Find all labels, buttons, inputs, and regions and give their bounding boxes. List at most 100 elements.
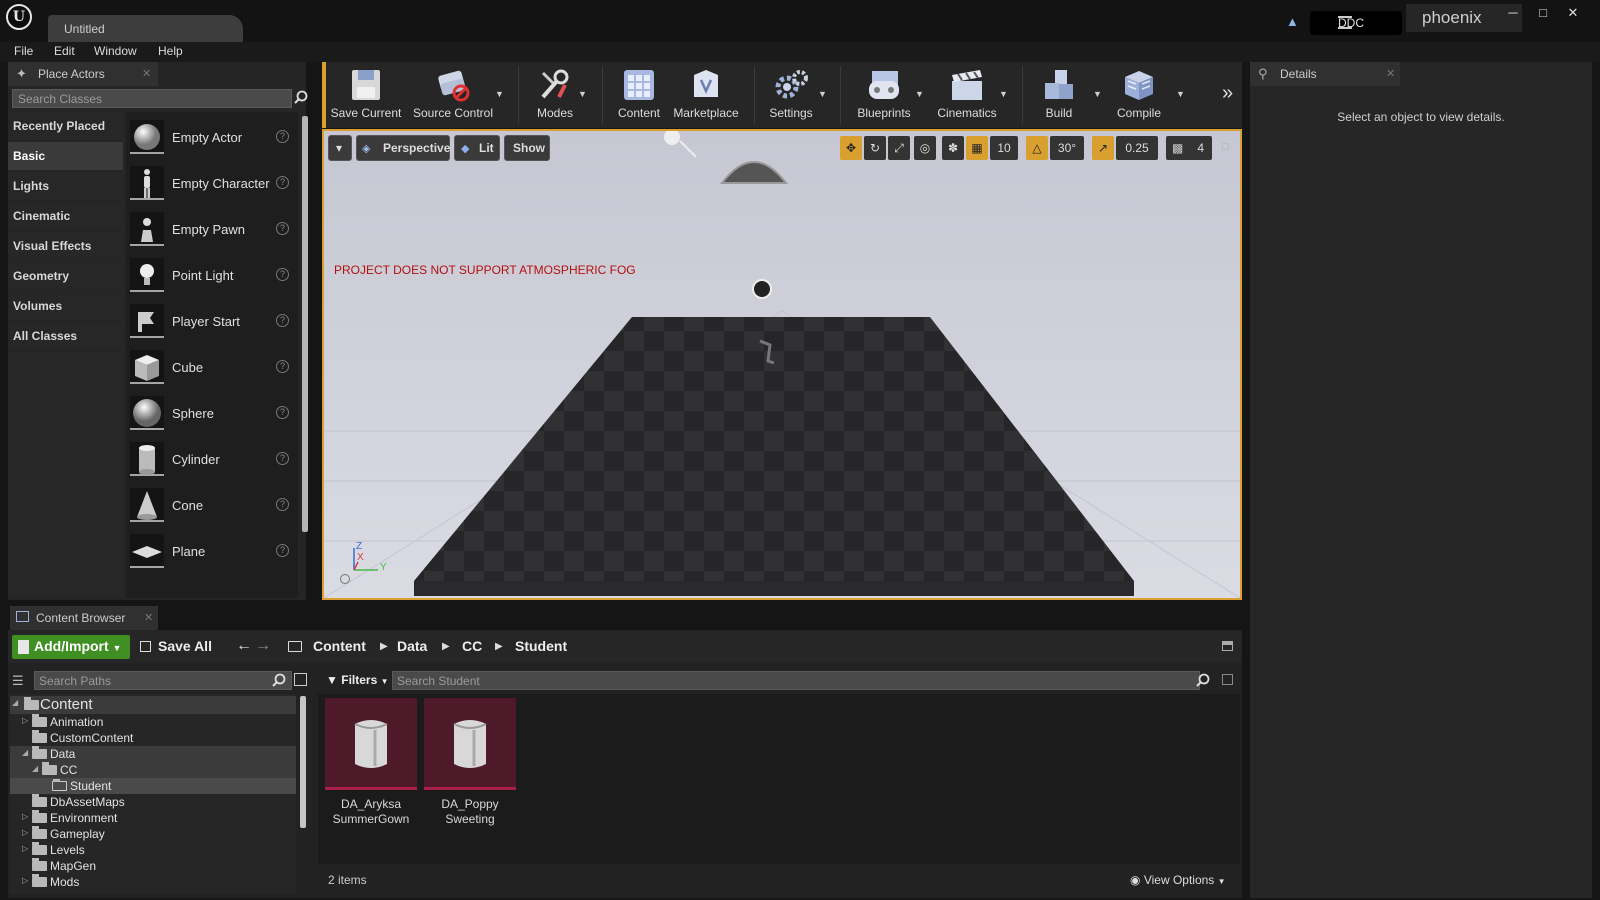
breadcrumb-content[interactable]: Content bbox=[313, 638, 366, 654]
actor-cylinder[interactable]: Cylinder ? bbox=[126, 436, 298, 482]
menu-help[interactable]: Help bbox=[158, 44, 183, 58]
category-all-classes[interactable]: All Classes bbox=[8, 322, 123, 350]
asset-tile-aryksa[interactable] bbox=[325, 698, 417, 790]
tab-close-icon[interactable]: ✕ bbox=[142, 67, 151, 80]
asset-tile-poppy[interactable] bbox=[424, 698, 516, 790]
search-paths-input[interactable]: Search Paths bbox=[34, 671, 292, 690]
category-visual-effects[interactable]: Visual Effects bbox=[8, 232, 123, 260]
settings-dropdown-icon[interactable]: ▼ bbox=[818, 89, 827, 99]
help-icon[interactable]: ? bbox=[276, 222, 289, 235]
tree-item-mods[interactable]: ▷ Mods bbox=[10, 874, 296, 890]
rotation-snap-value[interactable]: 30° bbox=[1050, 136, 1084, 160]
tree-item-levels[interactable]: ▷ Levels bbox=[10, 842, 296, 858]
help-icon[interactable]: ? bbox=[276, 406, 289, 419]
actor-cone[interactable]: Cone ? bbox=[126, 482, 298, 528]
help-icon[interactable]: ? bbox=[276, 452, 289, 465]
show-dropdown[interactable]: Show bbox=[504, 135, 550, 161]
scale-snap-value[interactable]: 0.25 bbox=[1116, 136, 1158, 160]
compile-button[interactable]: Compile bbox=[1106, 62, 1172, 128]
save-search-icon[interactable] bbox=[1222, 674, 1233, 685]
filters-button[interactable]: ▼ Filters ▼ bbox=[326, 673, 389, 687]
build-dropdown-icon[interactable]: ▼ bbox=[1093, 89, 1102, 99]
breadcrumb-separator-icon[interactable]: ▶ bbox=[495, 641, 503, 652]
help-icon[interactable]: ? bbox=[276, 544, 289, 557]
category-geometry[interactable]: Geometry bbox=[8, 262, 123, 290]
add-import-button[interactable]: Add/Import ▼ bbox=[12, 635, 130, 659]
collapsed-arrow-icon[interactable]: ▷ bbox=[22, 716, 28, 725]
minimize-icon[interactable]: ─ bbox=[1500, 5, 1526, 23]
actor-point-light[interactable]: Point Light ? bbox=[126, 252, 298, 298]
breadcrumb-data[interactable]: Data bbox=[397, 638, 427, 654]
content-browser-tab[interactable]: Content Browser bbox=[10, 606, 158, 630]
ddc-button[interactable]: DDC bbox=[1310, 11, 1402, 35]
blueprints-dropdown-icon[interactable]: ▼ bbox=[915, 89, 924, 99]
help-icon[interactable]: ? bbox=[276, 360, 289, 373]
sources-toggle-icon[interactable]: ☰ bbox=[12, 673, 24, 689]
search-icon[interactable] bbox=[1196, 673, 1210, 687]
help-icon[interactable]: ? bbox=[276, 498, 289, 511]
category-basic[interactable]: Basic bbox=[8, 142, 123, 170]
help-icon[interactable]: ? bbox=[276, 176, 289, 189]
tree-item-environment[interactable]: ▷ Environment bbox=[10, 810, 296, 826]
search-icon[interactable] bbox=[294, 90, 308, 104]
save-all-button[interactable]: Save All bbox=[158, 638, 212, 654]
view-list-icon[interactable] bbox=[294, 673, 307, 686]
close-icon[interactable]: ✕ bbox=[1560, 5, 1586, 23]
view-options-button[interactable]: ◉ View Options ▼ bbox=[1130, 873, 1226, 887]
grid-snap-value[interactable]: 10 bbox=[990, 136, 1018, 160]
help-icon[interactable]: ? bbox=[276, 130, 289, 143]
menu-window[interactable]: Window bbox=[94, 44, 137, 58]
actor-plane[interactable]: Plane ? bbox=[126, 528, 298, 574]
maximize-icon[interactable]: □ bbox=[1530, 5, 1556, 23]
place-actors-tab[interactable]: Place Actors bbox=[8, 62, 158, 86]
surface-snap-icon[interactable]: ✽ bbox=[942, 136, 964, 160]
save-current-button[interactable]: Save Current bbox=[326, 62, 406, 128]
lock-icon[interactable] bbox=[1222, 641, 1233, 651]
tree-item-data[interactable]: ◢ Data bbox=[10, 746, 296, 762]
compile-dropdown-icon[interactable]: ▼ bbox=[1176, 89, 1185, 99]
rotation-snap-icon[interactable]: △ bbox=[1026, 136, 1048, 160]
category-volumes[interactable]: Volumes bbox=[8, 292, 123, 320]
actor-empty-character[interactable]: Empty Character ? bbox=[126, 160, 298, 206]
tree-item-content[interactable]: ◢ Content bbox=[10, 696, 296, 714]
tree-item-cc[interactable]: ◢ CC bbox=[10, 762, 296, 778]
tree-item-gameplay[interactable]: ▷ Gameplay bbox=[10, 826, 296, 842]
menu-edit[interactable]: Edit bbox=[54, 44, 75, 58]
settings-button[interactable]: Settings bbox=[758, 62, 824, 128]
source-control-dropdown-icon[interactable]: ▼ bbox=[495, 89, 504, 99]
details-tab[interactable]: Details bbox=[1250, 62, 1400, 86]
tree-item-student[interactable]: Student bbox=[10, 778, 296, 794]
tab-close-icon[interactable]: ✕ bbox=[1386, 67, 1395, 80]
scale-tool-icon[interactable]: ⤢ bbox=[888, 136, 910, 160]
actor-sphere[interactable]: Sphere ? bbox=[126, 390, 298, 436]
help-icon[interactable]: ? bbox=[276, 314, 289, 327]
tree-item-dbassetmaps[interactable]: DbAssetMaps bbox=[10, 794, 296, 810]
actor-player-start[interactable]: Player Start ? bbox=[126, 298, 298, 344]
build-button[interactable]: Build bbox=[1028, 62, 1090, 128]
blueprints-button[interactable]: Blueprints bbox=[848, 62, 920, 128]
expanded-arrow-icon[interactable]: ◢ bbox=[12, 698, 18, 707]
level-tab[interactable]: Untitled bbox=[48, 15, 243, 42]
actor-cube[interactable]: Cube ? bbox=[126, 344, 298, 390]
cinematics-button[interactable]: Cinematics bbox=[930, 62, 1004, 128]
expanded-arrow-icon[interactable]: ◢ bbox=[22, 748, 28, 757]
tree-item-customcontent[interactable]: CustomContent bbox=[10, 730, 296, 746]
tree-item-mapgen[interactable]: MapGen bbox=[10, 858, 296, 874]
actor-empty-actor[interactable]: Empty Actor ? bbox=[126, 114, 298, 160]
folder-tree-scrollbar[interactable] bbox=[300, 696, 306, 828]
category-cinematic[interactable]: Cinematic bbox=[8, 202, 123, 230]
scale-snap-icon[interactable]: ↗ bbox=[1092, 136, 1114, 160]
maximize-viewport-icon[interactable]: □ bbox=[1222, 141, 1229, 153]
level-viewport[interactable] bbox=[322, 129, 1242, 600]
learn-icon[interactable]: ▲ bbox=[1286, 14, 1304, 30]
translate-tool-icon[interactable]: ✥ bbox=[840, 136, 862, 160]
actor-empty-pawn[interactable]: Empty Pawn ? bbox=[126, 206, 298, 252]
breadcrumb-student[interactable]: Student bbox=[515, 638, 567, 654]
rotate-tool-icon[interactable]: ↻ bbox=[864, 136, 886, 160]
history-back-icon[interactable]: ← bbox=[236, 637, 252, 655]
breadcrumb-separator-icon[interactable]: ▶ bbox=[380, 641, 388, 652]
viewport-info-icon[interactable] bbox=[340, 574, 350, 584]
marketplace-button[interactable]: Marketplace bbox=[672, 62, 740, 128]
world-space-icon[interactable]: ◎ bbox=[914, 136, 936, 160]
grid-snap-icon[interactable]: ▦ bbox=[966, 136, 988, 160]
